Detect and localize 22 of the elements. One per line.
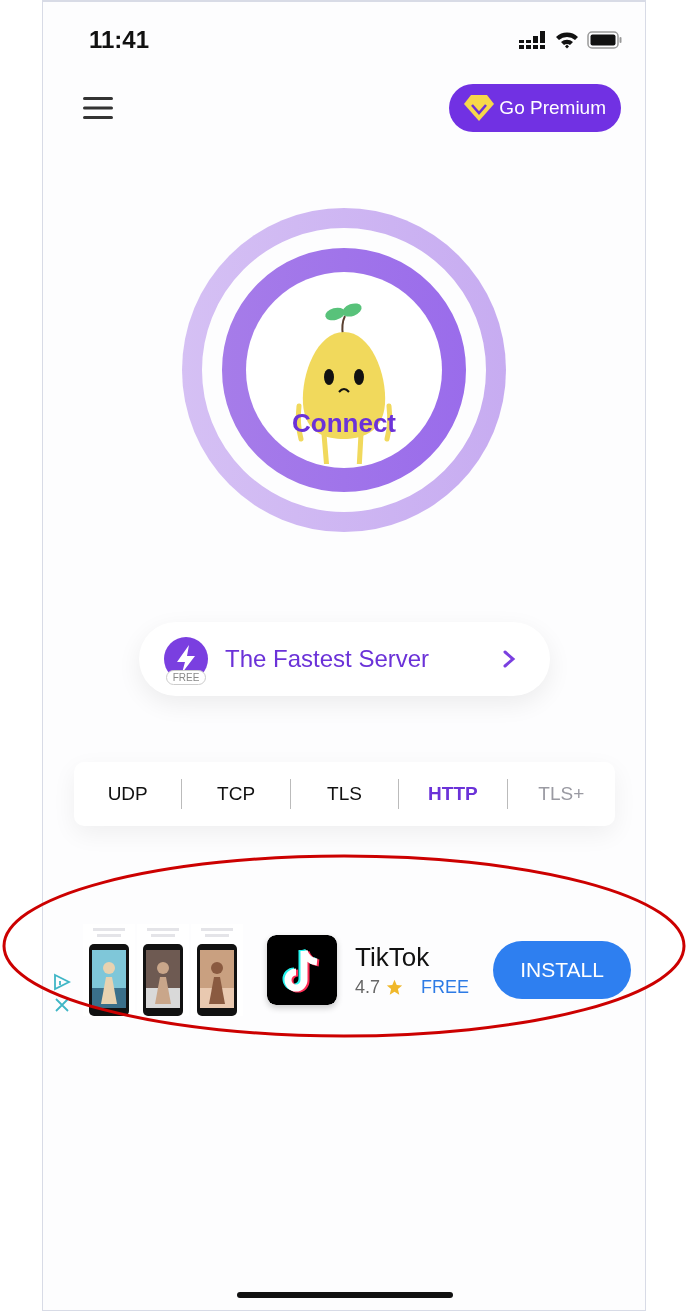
premium-button[interactable]: Go Premium [449, 84, 621, 132]
protocol-tab[interactable]: UDP [74, 774, 182, 814]
chevron-right-icon [502, 649, 516, 669]
free-badge: FREE [165, 670, 207, 685]
battery-icon [587, 31, 623, 49]
server-name: The Fastest Server [225, 645, 431, 673]
status-time: 11:41 [89, 26, 150, 54]
signal-icon [519, 31, 547, 49]
protocol-tab[interactable]: TCP [182, 774, 290, 814]
app-rating: 4.7 [355, 977, 381, 998]
star-icon [386, 979, 404, 996]
diamond-icon [463, 94, 496, 122]
app-price: FREE [421, 977, 470, 998]
app-logo-icon [267, 935, 337, 1005]
protocol-tab[interactable]: TLS [290, 774, 399, 814]
close-icon[interactable] [54, 997, 70, 1013]
protocol-tab[interactable]: HTTP [399, 774, 507, 814]
server-selector[interactable]: FREE The Fastest Server [139, 622, 550, 696]
menu-icon[interactable] [83, 97, 113, 119]
app-name: TikTok [355, 942, 431, 973]
install-button[interactable]: INSTALL [493, 941, 632, 999]
wifi-icon [555, 31, 579, 49]
